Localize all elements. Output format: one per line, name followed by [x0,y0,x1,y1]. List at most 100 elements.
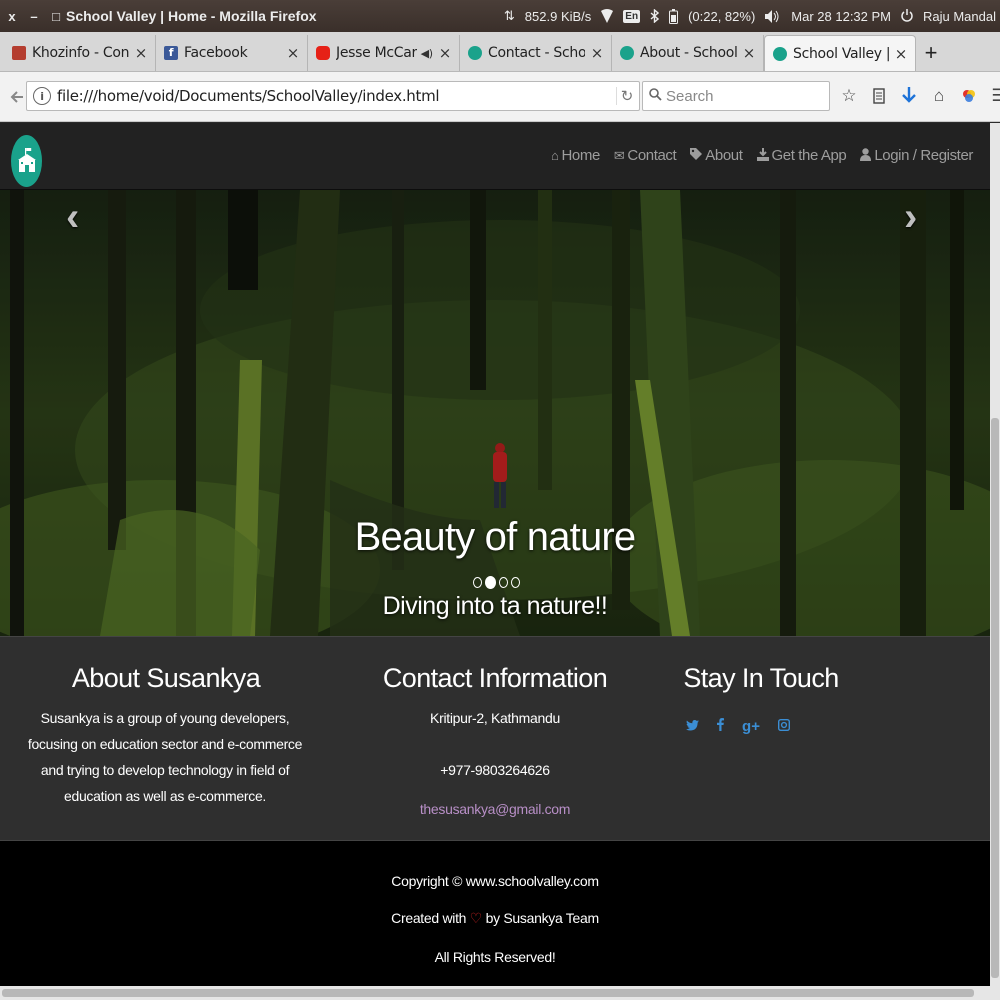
window-controls: x – □ [0,9,60,24]
footer-info-section: About Susankya Susankya is a group of yo… [0,636,990,841]
footer-copyright-section: Copyright © www.schoolvalley.com Created… [0,841,990,986]
tab-label: Khozinfo - Contact [32,45,129,61]
volume-icon[interactable] [765,9,781,23]
new-tab-button[interactable]: + [916,35,946,71]
web-page: ⌂ Home ✉ Contact About Get the App Login… [0,123,990,986]
carousel-subtitle: Diving into ta nature!! [382,592,608,620]
battery-icon[interactable] [669,8,679,24]
nav-login-link[interactable]: Login / Register [853,147,980,164]
heart-icon: ♡ [469,910,483,926]
site-info-icon[interactable]: i [33,87,51,105]
tab-about-schoolvalley[interactable]: About - SchoolValley × [612,35,764,71]
search-bar[interactable]: Search [642,81,830,111]
carousel-indicator-4[interactable] [511,577,520,588]
envelope-icon: ✉ [613,147,625,163]
tab-schoolvalley-home[interactable]: School Valley | Home × [764,35,916,71]
social-links: g+ [614,718,862,735]
created-suffix: by Susankya Team [485,910,600,926]
tab-label: About - SchoolValley [640,45,737,61]
url-text[interactable]: file:///home/void/Documents/SchoolValley… [57,87,440,105]
google-plus-icon[interactable]: g+ [742,718,760,735]
tab-close-icon[interactable]: × [135,44,148,62]
downloads-icon[interactable] [898,84,920,108]
nav-about-link[interactable]: About [683,147,749,164]
window-maximize-button[interactable]: □ [52,9,60,24]
home-icon: ⌂ [551,148,559,163]
network-transfer-icon[interactable]: ⇅ [504,8,515,24]
reload-icon[interactable]: ↻ [615,87,633,105]
nav-get-app-link[interactable]: Get the App [750,147,854,164]
wifi-icon[interactable] [601,9,614,23]
keyboard-layout-indicator[interactable]: En [623,9,641,23]
vertical-scrollbar-thumb[interactable] [991,418,999,978]
nav-contact-link[interactable]: ✉ Contact [607,147,683,164]
window-close-button[interactable]: x [8,9,16,24]
contact-email-link[interactable]: thesusankya@gmail.com [330,796,660,822]
created-prefix: Created with [391,910,467,926]
tab-youtube[interactable]: Jesse McCartney... ◀) × [308,35,460,71]
contact-address: Kritipur-2, Kathmandu [430,710,560,726]
os-top-bar: x – □ School Valley | Home - Mozilla Fir… [0,0,1000,32]
carousel-indicator-2[interactable] [485,576,496,589]
menu-hamburger-icon[interactable]: ☰ [988,84,1000,108]
tab-facebook[interactable]: f Facebook × [156,35,308,71]
forest-background-image [0,190,990,636]
tab-close-icon[interactable]: × [895,45,908,63]
instagram-icon[interactable] [777,718,790,735]
carousel-indicator-1[interactable] [473,577,482,588]
khozinfo-favicon-icon [12,46,26,60]
tab-close-icon[interactable]: × [743,44,756,62]
user-name[interactable]: Raju Mandal [923,9,996,24]
youtube-favicon-icon [316,46,330,60]
power-icon[interactable] [901,9,913,23]
tab-contact-schoolvalley[interactable]: Contact - SchoolValley × [460,35,612,71]
home-icon[interactable]: ⌂ [928,84,950,108]
tab-close-icon[interactable]: × [591,44,604,62]
twitter-icon[interactable] [686,718,700,735]
carousel-indicators [473,576,520,589]
toolbar-icons: ☆ ⌂ ☰ [838,84,1000,108]
download-icon [756,147,769,164]
copyright-text: Copyright © www.schoolvalley.com [391,873,599,889]
facebook-icon[interactable] [717,718,725,735]
window-title: School Valley | Home - Mozilla Firefox [66,8,317,24]
school-logo[interactable] [11,135,42,187]
nav-home-label: Home [561,147,600,164]
back-arrow-icon [10,90,23,103]
tab-label: School Valley | Home [793,45,889,62]
url-bar[interactable]: i file:///home/void/Documents/SchoolVall… [26,81,640,111]
tab-label: Jesse McCartney... [336,45,417,61]
carousel-prev-button[interactable]: ‹ [66,195,79,240]
tab-close-icon[interactable]: × [287,44,300,62]
about-heading: About Susankya [71,663,261,693]
tab-close-icon[interactable]: × [439,44,452,62]
carousel-next-button[interactable]: › [904,195,917,240]
tab-label: Contact - SchoolValley [488,45,585,61]
vertical-scrollbar[interactable] [990,123,1000,986]
contact-column: Contact Information Kritipur-2, Kathmand… [330,637,660,822]
schoolvalley-favicon-icon [468,46,482,60]
extension-icon[interactable] [958,84,980,108]
clock[interactable]: Mar 28 12:32 PM [791,9,891,24]
browser-nav-bar: i file:///home/void/Documents/SchoolVall… [0,72,1000,122]
tab-khozinfo-contact[interactable]: Khozinfo - Contact × [4,35,156,71]
schoolvalley-favicon-icon [773,46,787,61]
bookmark-star-icon[interactable]: ☆ [838,84,860,108]
reading-list-icon[interactable] [868,84,890,108]
horizontal-scrollbar-thumb[interactable] [2,989,974,997]
bluetooth-icon[interactable] [650,9,660,23]
battery-status: (0:22, 82%) [688,8,756,24]
carousel-title: Beauty of nature [354,515,637,559]
horizontal-scrollbar[interactable] [0,986,1000,1000]
hero-carousel: ‹ › Beauty of nature Diving into ta natu… [0,190,990,636]
schoolvalley-favicon-icon [620,46,634,60]
nav-about-label: About [705,147,743,164]
carousel-indicator-3[interactable] [499,577,508,588]
nav-home-link[interactable]: ⌂ Home [544,147,607,164]
about-text: Susankya is a group of young developers,… [27,710,303,804]
search-placeholder: Search [666,87,714,105]
window-minimize-button[interactable]: – [30,9,38,24]
speaker-icon[interactable]: ◀) [421,47,433,60]
nav-get-app-label: Get the App [771,147,847,164]
system-tray: ⇅ 852.9 KiB/s En (0:22, 82%) Mar 28 12:3… [504,0,996,32]
